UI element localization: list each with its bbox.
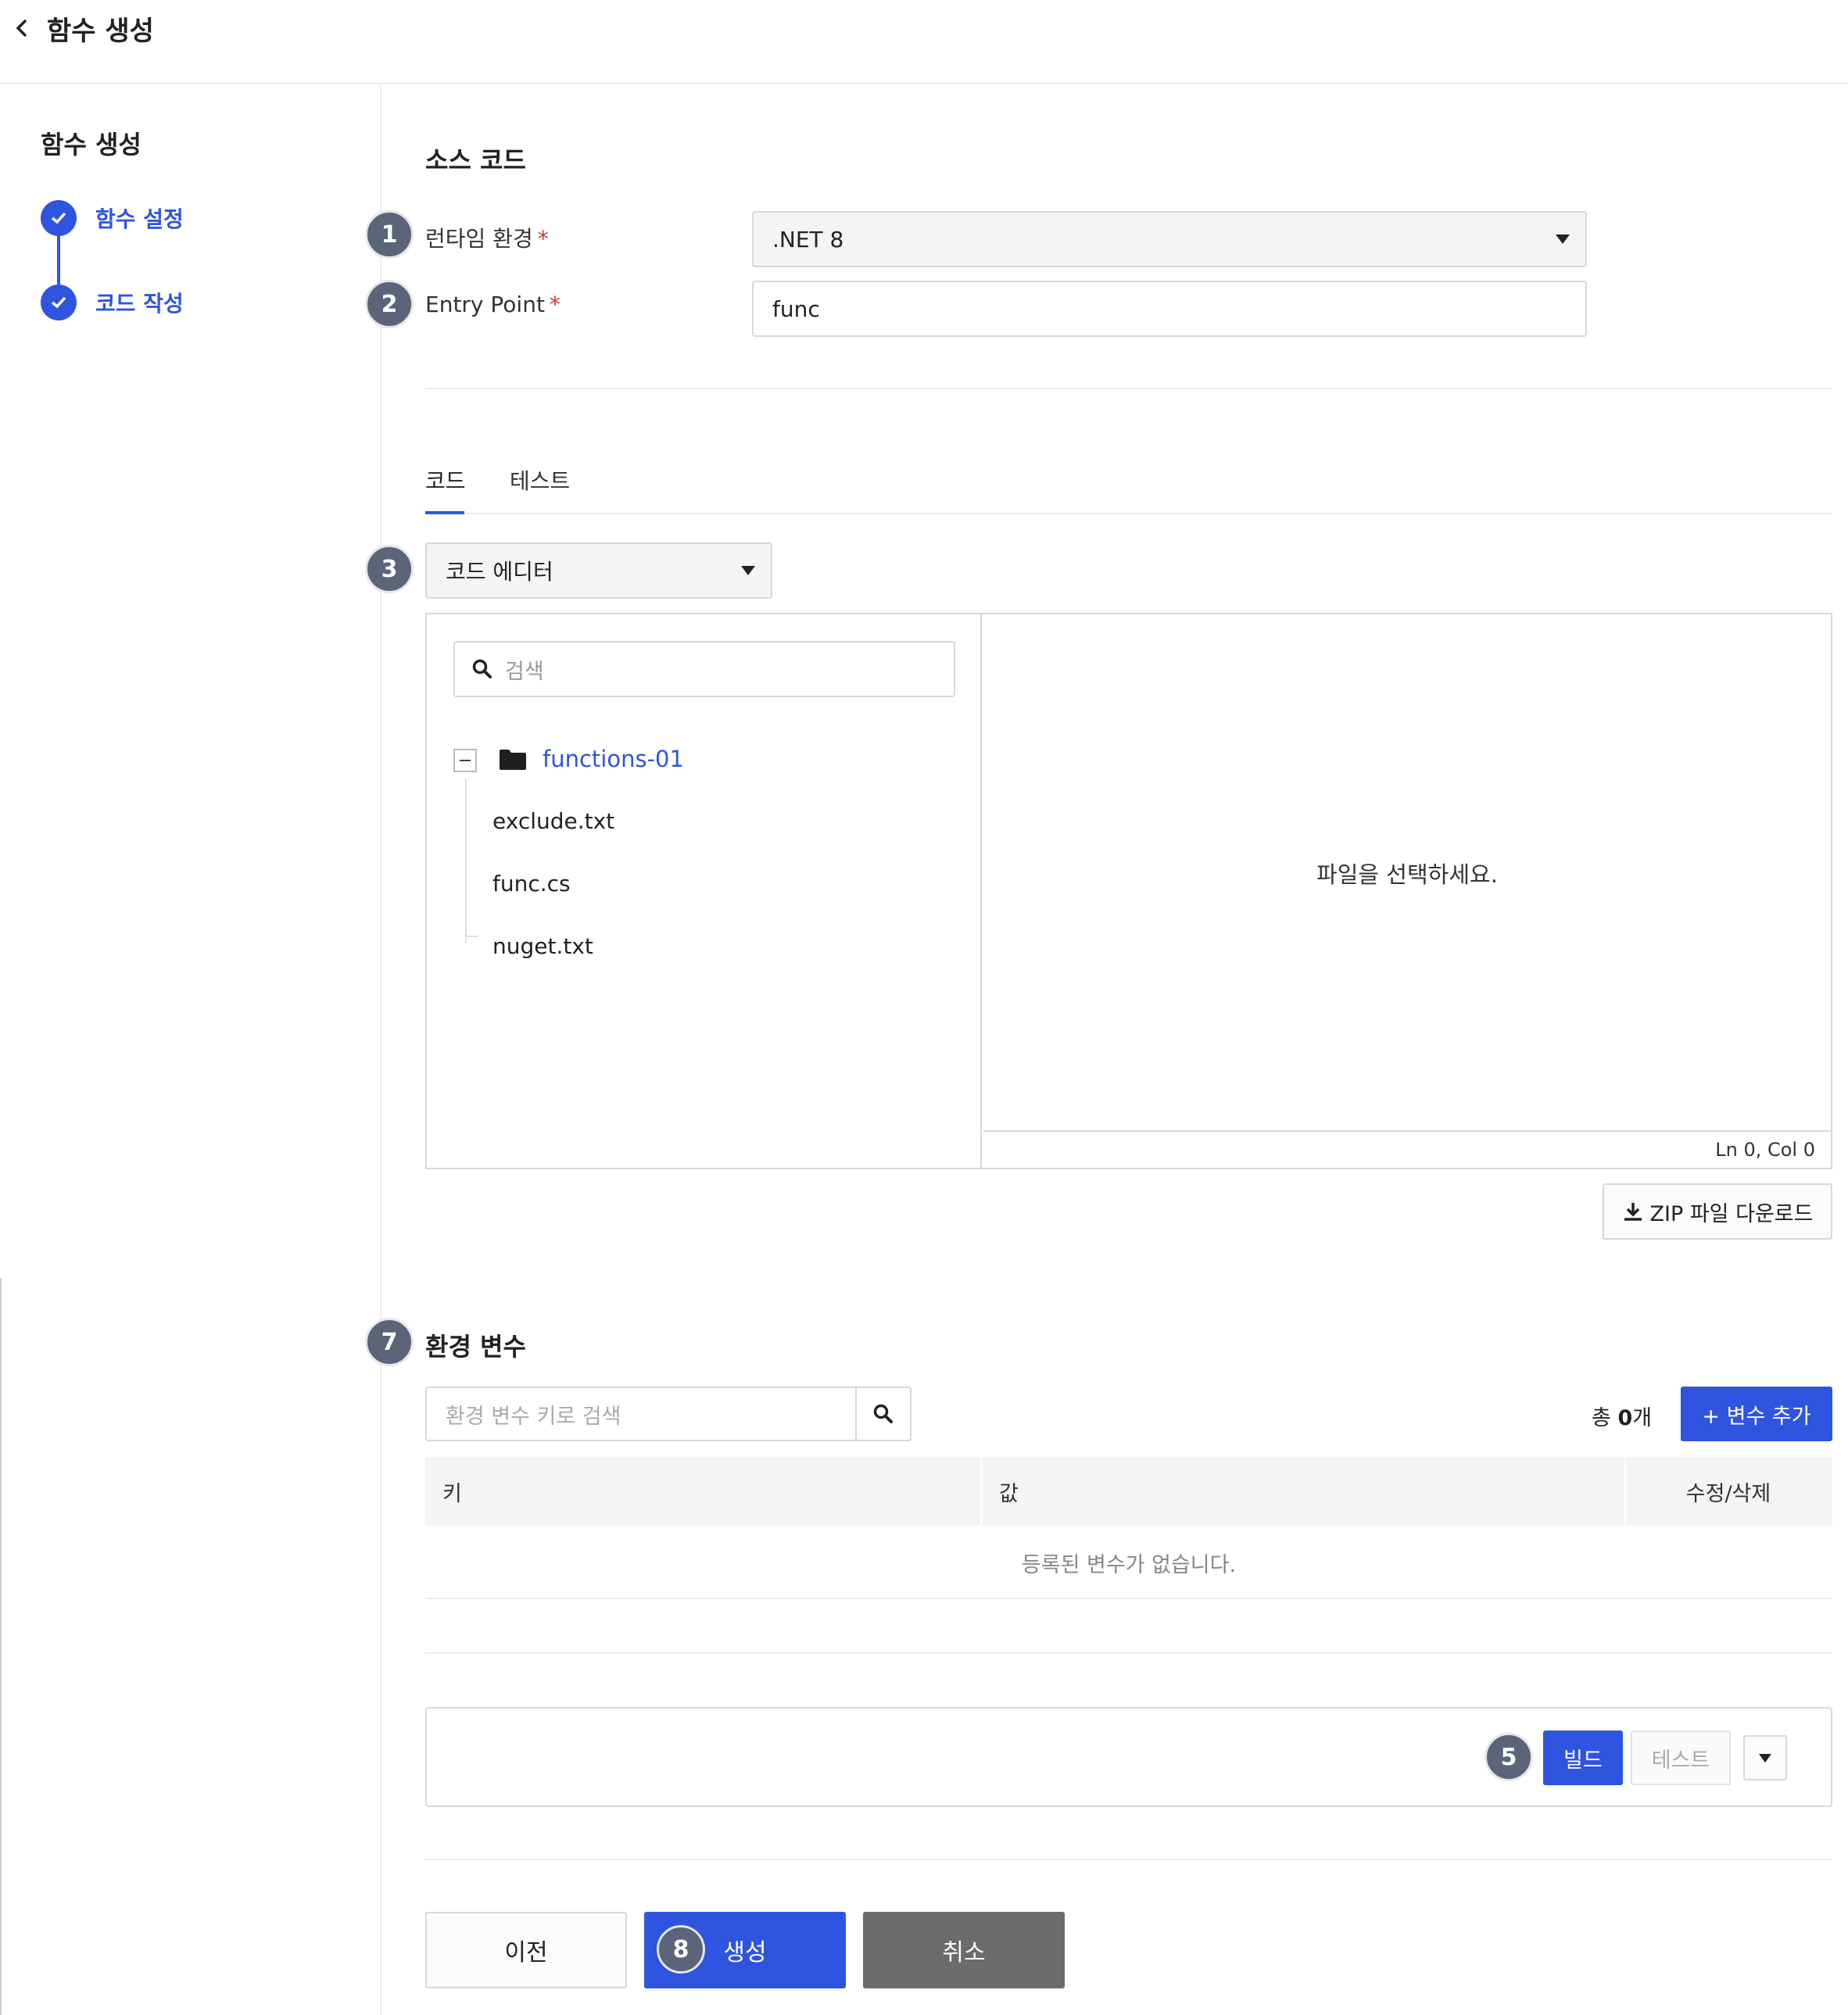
- window-edge: [0, 1278, 2, 2015]
- sidebar-step-label: 코드 작성: [95, 291, 184, 317]
- runtime-select[interactable]: .NET 8: [752, 211, 1587, 267]
- tree-file-item[interactable]: func.cs: [492, 871, 571, 897]
- check-icon: [41, 285, 77, 320]
- collapse-icon[interactable]: [453, 749, 477, 772]
- search-icon: [472, 659, 492, 678]
- search-icon[interactable]: [855, 1388, 910, 1440]
- code-empty-message: 파일을 선택하세요.: [1316, 861, 1498, 888]
- build-options-dropdown[interactable]: [1743, 1735, 1787, 1781]
- required-mark: *: [537, 226, 549, 252]
- column-header-value: 값: [999, 1481, 1019, 1506]
- env-title: 환경 변수: [425, 1332, 526, 1362]
- source-code-title: 소스 코드: [425, 145, 526, 175]
- page-header: 함수 생성: [0, 0, 1848, 84]
- tab-active-indicator: [425, 511, 464, 514]
- column-header-actions: 수정/삭제: [1685, 1481, 1771, 1506]
- tab-test[interactable]: 테스트: [510, 464, 570, 496]
- check-icon: [41, 200, 77, 236]
- download-icon: [1624, 1203, 1642, 1221]
- sidebar-step-code[interactable]: 코드 작성: [41, 285, 184, 320]
- zip-download-button[interactable]: ZIP 파일 다운로드: [1603, 1183, 1832, 1240]
- sidebar: 함수 생성 함수 설정 코드 작성: [0, 86, 381, 1278]
- tab-code[interactable]: 코드: [425, 464, 466, 496]
- env-search-input[interactable]: 환경 변수 키로 검색: [446, 1388, 621, 1440]
- prev-button[interactable]: 이전: [425, 1912, 627, 1988]
- sidebar-step-function-settings[interactable]: 함수 설정: [41, 200, 184, 236]
- file-search-placeholder: 검색: [505, 659, 544, 684]
- env-count: 총 0개: [1592, 1406, 1653, 1430]
- step-badge: 3: [365, 545, 414, 593]
- entry-point-input[interactable]: [752, 281, 1587, 337]
- editor-mode-value: 코드 에디터: [446, 559, 553, 585]
- column-header-key: 키: [442, 1481, 462, 1506]
- step-badge: 2: [365, 280, 414, 328]
- editor-status-bar: Ln 0, Col 0: [983, 1130, 1831, 1168]
- column-separator: [980, 1457, 982, 1526]
- sidebar-step-label: 함수 설정: [95, 206, 184, 232]
- section-divider: [425, 388, 1832, 389]
- tree-guide: [465, 778, 467, 943]
- sidebar-title: 함수 생성: [41, 130, 141, 159]
- cursor-position: Ln 0, Col 0: [1715, 1139, 1815, 1161]
- entry-point-label: Entry Point *: [425, 292, 560, 317]
- file-search-input[interactable]: 검색: [453, 641, 955, 697]
- add-variable-button[interactable]: + 변수 추가: [1681, 1387, 1832, 1441]
- table-bottom-divider: [425, 1598, 1832, 1599]
- runtime-label: 런타임 환경 *: [425, 226, 549, 252]
- test-button[interactable]: 테스트: [1631, 1730, 1731, 1785]
- runtime-select-value: .NET 8: [772, 226, 844, 252]
- sidebar-divider: [380, 1278, 381, 2015]
- tree-file-item[interactable]: exclude.txt: [492, 808, 614, 834]
- step-badge: 7: [365, 1318, 414, 1366]
- env-search: 환경 변수 키로 검색: [425, 1387, 911, 1441]
- chevron-left-icon[interactable]: [6, 13, 38, 44]
- code-editor: 검색 functions-01 exclude.txt func.cs nuge…: [425, 613, 1832, 1169]
- caret-down-icon: [741, 566, 755, 575]
- tree-file-item[interactable]: nuget.txt: [492, 933, 593, 959]
- step-badge: 1: [365, 210, 414, 259]
- code-view-pane[interactable]: 파일을 선택하세요. Ln 0, Col 0: [983, 614, 1831, 1168]
- tree-folder[interactable]: functions-01: [543, 746, 684, 772]
- caret-down-icon: [1556, 234, 1570, 244]
- page-title: 함수 생성: [47, 16, 154, 47]
- cancel-button[interactable]: 취소: [863, 1912, 1065, 1988]
- step-badge: 5: [1484, 1733, 1533, 1781]
- build-button[interactable]: 빌드: [1543, 1730, 1623, 1785]
- section-divider: [425, 1652, 1832, 1654]
- editor-mode-select[interactable]: 코드 에디터: [425, 542, 772, 599]
- tabs-divider: [425, 513, 1832, 514]
- step-badge: 8: [657, 1925, 705, 1974]
- env-empty-message: 등록된 변수가 없습니다.: [1021, 1553, 1237, 1577]
- file-tree-pane: 검색 functions-01 exclude.txt func.cs nuge…: [427, 614, 982, 1168]
- required-mark: *: [549, 292, 560, 317]
- folder-icon: [500, 750, 526, 770]
- env-table-header: 키 값 수정/삭제: [425, 1457, 1832, 1526]
- section-divider: [425, 1859, 1832, 1860]
- tree-guide: [465, 936, 478, 937]
- caret-down-icon: [1759, 1753, 1771, 1763]
